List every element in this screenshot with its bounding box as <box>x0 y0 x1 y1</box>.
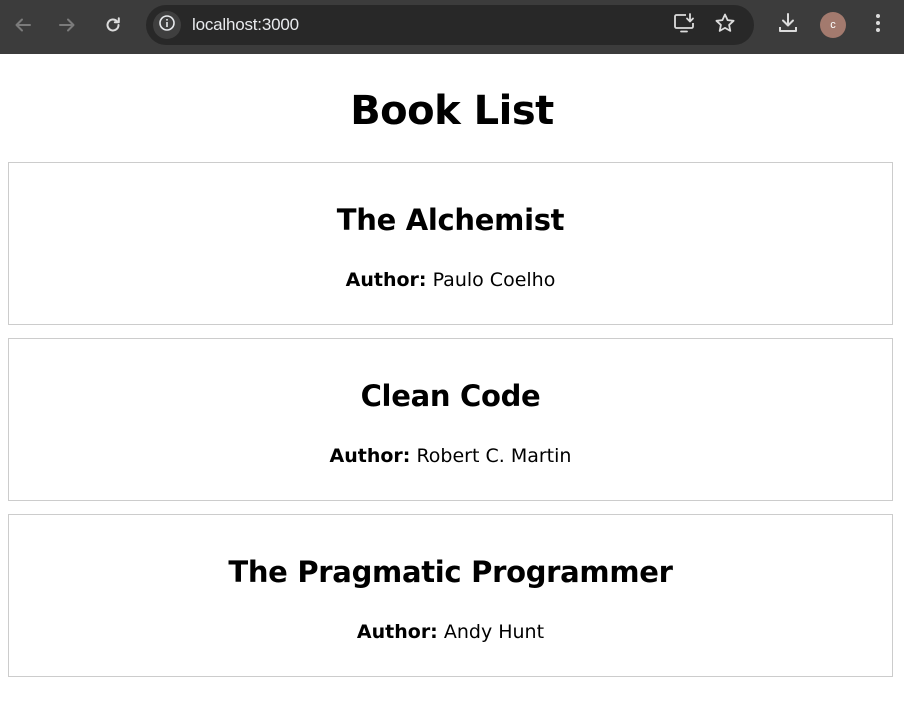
book-title: The Pragmatic Programmer <box>228 555 673 589</box>
book-author: Author: Paulo Coelho <box>9 269 892 291</box>
browser-toolbar: localhost:3000 c <box>0 0 904 54</box>
install-app-icon <box>673 12 697 39</box>
author-label: Author: <box>345 269 427 291</box>
more-menu-button[interactable] <box>865 12 891 38</box>
back-button[interactable] <box>9 10 37 40</box>
reload-icon <box>103 15 123 35</box>
forward-button[interactable] <box>53 10 81 40</box>
url-text[interactable]: localhost:3000 <box>192 15 299 35</box>
page-content: Book List The Alchemist Author: Paulo Co… <box>0 54 904 713</box>
downloads-button[interactable] <box>775 12 801 38</box>
book-author: Author: Andy Hunt <box>9 621 892 643</box>
author-name: Paulo Coelho <box>432 269 556 291</box>
more-menu-icon <box>875 13 881 38</box>
page-title: Book List <box>350 88 554 134</box>
book-author: Author: Robert C. Martin <box>9 445 892 467</box>
bookmark-star-icon <box>714 12 736 39</box>
bookmark-button[interactable] <box>712 13 738 37</box>
address-bar[interactable]: localhost:3000 <box>146 5 754 45</box>
forward-arrow-icon <box>57 15 77 35</box>
author-name: Robert C. Martin <box>416 445 572 467</box>
profile-avatar[interactable]: c <box>820 12 846 38</box>
install-app-button[interactable] <box>672 12 698 39</box>
avatar-initial: c <box>830 19 836 31</box>
site-info-button[interactable] <box>153 11 181 39</box>
book-card: The Alchemist Author: Paulo Coelho <box>8 162 893 325</box>
author-label: Author: <box>329 445 411 467</box>
reload-button[interactable] <box>99 10 127 40</box>
site-info-icon <box>158 14 176 37</box>
author-name: Andy Hunt <box>443 621 545 643</box>
book-card: The Pragmatic Programmer Author: Andy Hu… <box>8 514 893 677</box>
book-card: Clean Code Author: Robert C. Martin <box>8 338 893 501</box>
book-title: Clean Code <box>360 379 541 413</box>
author-label: Author: <box>356 621 438 643</box>
download-icon <box>777 12 799 39</box>
book-title: The Alchemist <box>336 203 565 237</box>
back-arrow-icon <box>13 15 33 35</box>
